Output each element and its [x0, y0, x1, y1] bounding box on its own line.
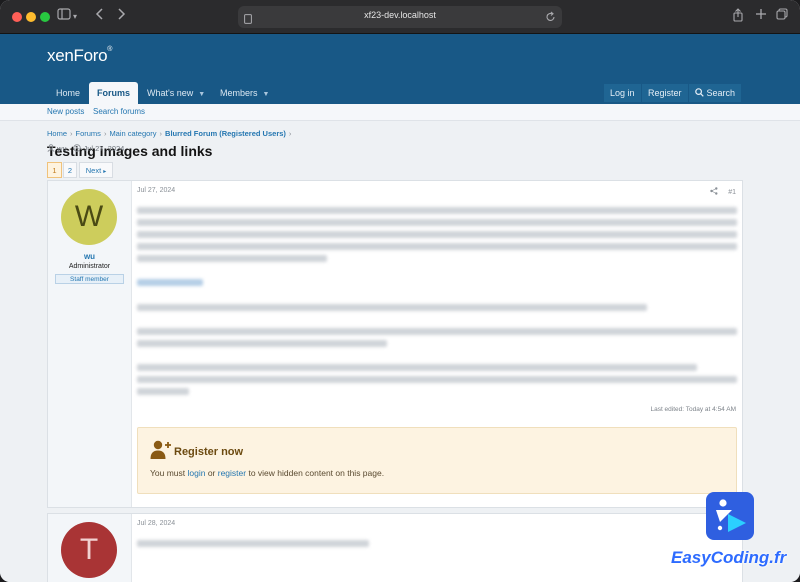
breadcrumb-separator: › [70, 129, 73, 138]
tab-home[interactable]: Home [48, 82, 88, 104]
breadcrumb-home[interactable]: Home [47, 129, 67, 138]
blurred-text-line [137, 243, 737, 250]
blurred-text-line [137, 255, 327, 262]
register-text: to view hidden content on this page. [246, 468, 385, 478]
register-text: You must [150, 468, 188, 478]
tab-members[interactable]: Members ▼ [212, 82, 277, 104]
new-tab-icon[interactable] [755, 8, 767, 26]
chevron-down-icon[interactable]: ▾ [73, 8, 77, 26]
register-text: or [205, 468, 218, 478]
search-button[interactable]: Search [689, 84, 742, 102]
chevron-down-icon[interactable]: ▼ [263, 91, 270, 98]
post-user-pane: T [48, 514, 132, 582]
blurred-text-line [137, 540, 369, 547]
avatar[interactable]: W [61, 189, 117, 245]
post-number[interactable]: #1 [728, 189, 736, 196]
site-header: xenForo® [0, 34, 800, 82]
browser-window: ▾ xf23-dev.localhost xenForo® Home Forum… [0, 0, 800, 582]
search-label: Search [706, 88, 736, 98]
blurred-text-line [137, 364, 697, 371]
breadcrumb-current-forum[interactable]: Blurred Forum (Registered Users) [165, 129, 286, 138]
breadcrumb-forums[interactable]: Forums [76, 129, 101, 138]
blurred-text-line [137, 219, 737, 226]
post-date[interactable]: Jul 28, 2024 [137, 520, 175, 527]
tab-whats-new[interactable]: What's new ▼ [139, 82, 213, 104]
breadcrumb-main-category[interactable]: Main category [109, 129, 156, 138]
share-icon[interactable] [732, 8, 744, 28]
post: W wu Administrator Staff member Jul 27, … [47, 180, 743, 508]
blurred-text-line [137, 376, 737, 383]
blurred-link[interactable] [137, 279, 203, 286]
blurred-text-line [137, 388, 189, 395]
site-logo[interactable]: xenForo® [47, 46, 112, 66]
chevron-down-icon[interactable]: ▼ [198, 91, 205, 98]
post: T Jul 28, 2024 [47, 513, 743, 582]
sub-navigation: New posts Search forums [0, 104, 800, 121]
chevron-right-icon: ▸ [103, 169, 107, 175]
search-forums-link[interactable]: Search forums [93, 107, 145, 116]
post-username[interactable]: wu [48, 252, 131, 261]
blurred-text-line [137, 304, 647, 311]
page-2-button[interactable]: 2 [63, 162, 77, 178]
back-icon[interactable] [95, 8, 105, 26]
staff-banner: Staff member [55, 274, 124, 284]
blurred-text-line [137, 207, 737, 214]
tabs-icon[interactable] [776, 8, 788, 26]
search-icon [695, 88, 707, 98]
thread-date[interactable]: Jul 27, 2024 [83, 144, 124, 153]
post-actions: #1 [710, 187, 736, 196]
tab-forums[interactable]: Forums [89, 82, 139, 104]
register-button[interactable]: Register [642, 84, 688, 102]
url-text: xf23-dev.localhost [364, 10, 436, 20]
post-date[interactable]: Jul 27, 2024 [137, 187, 175, 194]
main-navigation: Home Forums What's new ▼ Members ▼ Log in … [0, 82, 800, 104]
register-title: Register now [174, 446, 244, 458]
breadcrumb-separator: › [103, 129, 107, 138]
avatar[interactable]: T [61, 522, 117, 578]
watermark-brand: EasyCoding.fr [671, 548, 787, 567]
user-add-icon [150, 440, 171, 460]
register-message: You must login or register to view hidde… [150, 468, 384, 478]
blurred-text-line [137, 328, 737, 335]
blurred-text-line [137, 340, 387, 347]
register-link[interactable]: register [218, 468, 246, 478]
browser-toolbar: ▾ xf23-dev.localhost [0, 0, 800, 34]
last-edited: Last edited: Today at 4:54 AM [650, 406, 736, 413]
login-link[interactable]: login [188, 468, 206, 478]
breadcrumb-separator: › [288, 129, 292, 138]
forward-icon[interactable] [116, 8, 126, 26]
user-title: Administrator [68, 263, 111, 270]
share-icon[interactable] [710, 187, 720, 196]
address-bar[interactable]: xf23-dev.localhost [238, 6, 562, 28]
breadcrumb-separator: › [159, 129, 163, 138]
zoom-window-button[interactable] [40, 12, 50, 22]
user-icon [47, 144, 57, 153]
reload-icon[interactable] [546, 10, 556, 28]
next-page-button[interactable]: Next ▸ [79, 162, 113, 178]
breadcrumb: Home › Forums › Main category › Blurred Forum … [47, 129, 294, 138]
minimize-window-button[interactable] [26, 12, 36, 22]
page-1-button[interactable]: 1 [47, 162, 62, 178]
close-window-button[interactable] [12, 12, 22, 22]
blurred-text-line [137, 231, 737, 238]
clock-icon [73, 144, 83, 153]
page-body: Home › Forums › Main category › Blurred Forum … [0, 121, 800, 582]
login-button[interactable]: Log in [604, 84, 641, 102]
thread-author[interactable]: wu [57, 144, 67, 153]
post-user-pane: W wu Administrator Staff member [48, 181, 132, 507]
next-label: Next [85, 166, 102, 175]
thread-meta: wu · Jul 27, 2024 [47, 144, 124, 153]
sidebar-icon[interactable] [57, 8, 71, 26]
register-notice: Register now You must login or register … [137, 427, 737, 494]
new-posts-link[interactable]: New posts [47, 107, 84, 116]
easycoding-logo [706, 492, 754, 540]
